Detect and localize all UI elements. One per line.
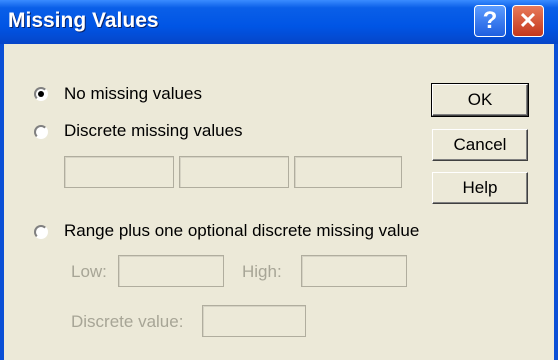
low-label: Low: [71,262,107,281]
discrete-value-2-input[interactable] [179,156,289,188]
range-label[interactable]: Range plus one optional discrete missing… [64,221,419,241]
high-label: High: [242,262,282,281]
ok-button[interactable]: OK [431,83,529,117]
close-icon[interactable]: ✕ [512,5,544,37]
discrete-label[interactable]: Discrete missing values [64,121,243,141]
radio-no-missing[interactable] [34,87,48,101]
high-input[interactable] [301,255,407,287]
low-input[interactable] [118,255,224,287]
radio-selected-dot [38,91,44,97]
dialog-body: No missing values Discrete missing value… [4,44,554,360]
missing-values-dialog: Missing Values ? ✕ No missing values Dis… [0,0,558,360]
discrete-value-label: Discrete value: [71,312,184,331]
radio-range[interactable] [34,225,48,239]
no-missing-label[interactable]: No missing values [64,84,202,104]
help-icon[interactable]: ? [474,5,506,37]
cancel-button[interactable]: Cancel [432,129,528,161]
help-button[interactable]: Help [432,172,528,204]
dialog-title: Missing Values [8,9,159,32]
title-bar[interactable]: Missing Values ? ✕ [0,0,558,44]
discrete-value-3-input[interactable] [294,156,402,188]
range-discrete-value-input[interactable] [202,305,306,337]
discrete-value-1-input[interactable] [64,156,174,188]
radio-discrete[interactable] [34,125,48,139]
